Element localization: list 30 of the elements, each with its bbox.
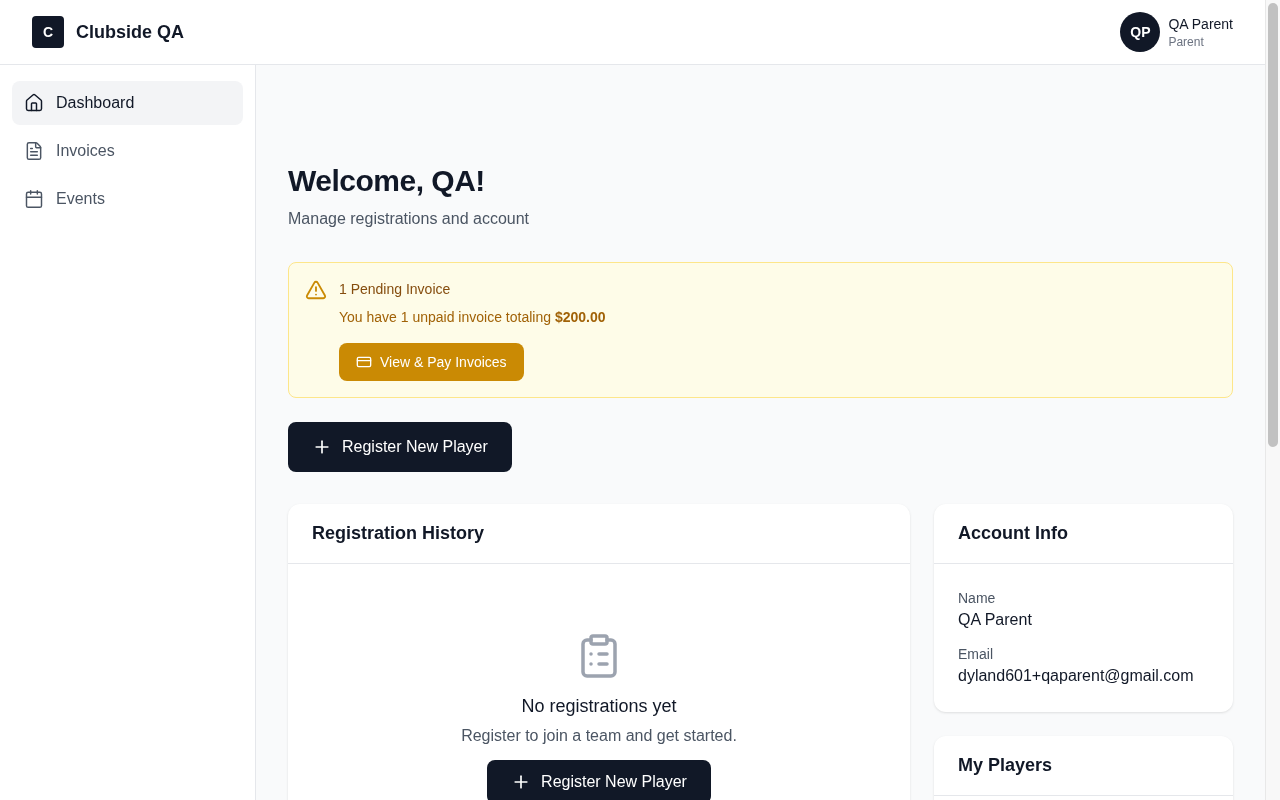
field-label: Email [958, 645, 994, 664]
register-player-button[interactable]: Register New Player [288, 422, 512, 472]
alert-title: 1 Pending Invoice [339, 280, 452, 299]
nav-item[interactable]: Dashboard [12, 81, 243, 125]
field-value: dyland601+qaparent@gmail.com [958, 666, 1195, 686]
field-label: Name [958, 589, 997, 608]
calendar-icon [24, 189, 44, 209]
card-title: Account Info [958, 523, 1068, 544]
app-name: Clubside QA [76, 21, 184, 43]
field-value: QA Parent [958, 610, 1033, 630]
scrollbar[interactable] [1265, 0, 1280, 800]
home-icon [24, 93, 44, 113]
empty-state-title: No registrations yet [521, 695, 677, 718]
user-role: Parent [1168, 34, 1205, 50]
logo: C [32, 16, 64, 48]
empty-state-message: Register to join a team and get started. [461, 726, 737, 746]
page-subtitle: Manage registrations and account [288, 209, 531, 229]
user-name: QA Parent [1168, 15, 1233, 34]
user-avatar[interactable]: QP [1120, 12, 1161, 52]
nav-item[interactable]: Events [12, 177, 243, 221]
alert-message: You have 1 unpaid invoice totaling $200.00 [339, 308, 606, 327]
register-player-button[interactable]: Register New Player [487, 760, 711, 800]
warning-icon [305, 279, 327, 301]
credit-card-icon [356, 354, 372, 370]
page-title: Welcome, QA! [288, 163, 486, 199]
nav-item[interactable]: Invoices [12, 129, 243, 173]
card-title: My Players [958, 755, 1053, 776]
document-icon [24, 141, 44, 161]
scrollbar-thumb[interactable] [1268, 3, 1278, 447]
card-title: Registration History [312, 523, 485, 544]
